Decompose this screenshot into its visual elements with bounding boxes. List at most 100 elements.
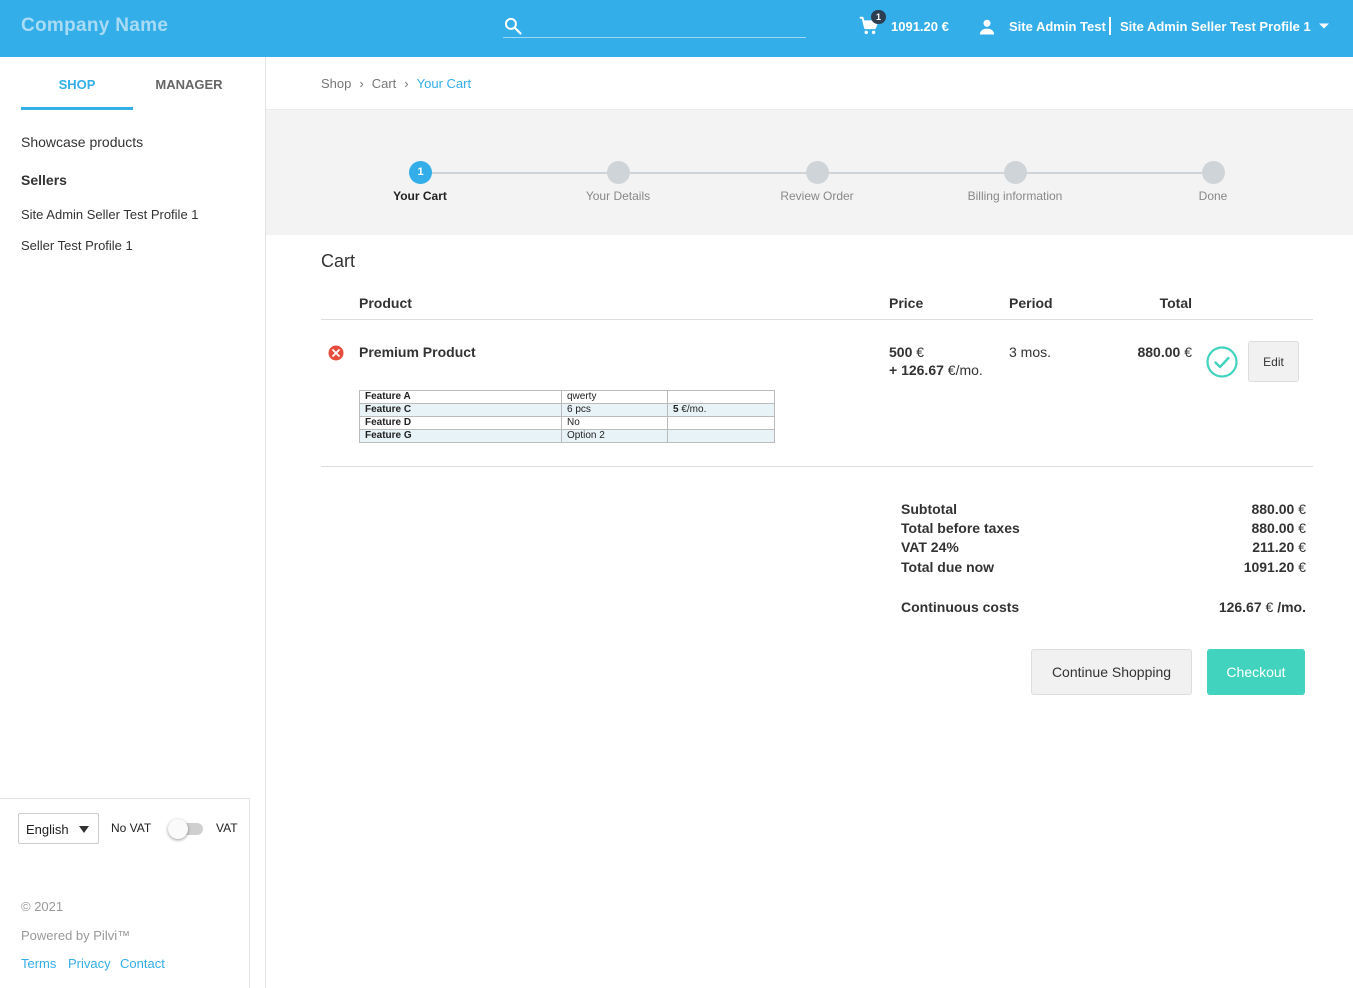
cart-title: Cart xyxy=(321,251,356,271)
feature-value: 6 pcs xyxy=(561,403,668,417)
total-due-value: 1091.20 € xyxy=(1150,559,1306,575)
powered-by: Powered by Pilvi™ xyxy=(21,928,131,943)
tab-manager[interactable]: MANAGER xyxy=(133,77,245,92)
feature-name: Feature A xyxy=(359,390,562,404)
step-5-dot xyxy=(1202,161,1225,184)
total-before-taxes-amount: 880.00 xyxy=(1251,520,1295,536)
privacy-link[interactable]: Privacy xyxy=(68,956,111,971)
total-due-label: Total due now xyxy=(901,559,995,575)
subtotal-label: Subtotal xyxy=(901,501,957,517)
user-separator xyxy=(1109,17,1111,35)
edit-button[interactable]: Edit xyxy=(1248,341,1299,382)
vat-label: VAT xyxy=(216,821,238,835)
search-icon[interactable] xyxy=(503,16,523,36)
step-3-dot xyxy=(806,161,829,184)
step-label-review-order: Review Order xyxy=(780,189,854,203)
breadcrumb-cart[interactable]: Cart xyxy=(372,76,397,91)
feature-extra xyxy=(667,429,775,443)
sidebar-item-seller[interactable]: Seller Test Profile 1 xyxy=(21,238,133,253)
feature-extra-unit: €/mo. xyxy=(678,404,707,415)
total-due-unit: € xyxy=(1294,559,1306,575)
column-header-product: Product xyxy=(359,295,412,311)
language-select-value: English xyxy=(26,822,69,837)
table-row: Feature G Option 2 xyxy=(359,429,775,443)
step-label-billing-information: Billing information xyxy=(967,189,1063,203)
total-currency: € xyxy=(1180,344,1192,360)
table-row: Feature D No xyxy=(359,416,775,430)
caret-down-icon xyxy=(79,826,89,833)
cart-total[interactable]: 1091.20 € xyxy=(891,19,949,34)
subtotal-value: 880.00 € xyxy=(1150,501,1306,517)
vat-label: VAT 24% xyxy=(901,539,959,555)
continuous-suffix: /mo. xyxy=(1273,599,1306,615)
sidebar-footer: English No VAT VAT © 2021 Powered by Pil… xyxy=(0,798,250,988)
continuous-costs-label: Continuous costs xyxy=(901,599,1020,615)
column-header-total: Total xyxy=(1159,295,1192,311)
feature-extra xyxy=(667,416,775,430)
check-circle-icon xyxy=(1206,346,1238,378)
no-vat-label: No VAT xyxy=(111,821,152,835)
chevron-down-icon[interactable] xyxy=(1318,22,1330,30)
total-before-taxes-value: 880.00 € xyxy=(1150,520,1306,536)
total-before-taxes-unit: € xyxy=(1294,520,1306,536)
product-recurring-price: + 126.67 €/mo. xyxy=(889,362,983,378)
continuous-costs-value: 126.67 € /mo. xyxy=(1150,599,1306,615)
remove-item-icon[interactable] xyxy=(328,345,344,361)
breadcrumb-separator: › xyxy=(404,76,409,91)
step-2-dot xyxy=(607,161,630,184)
feature-name: Feature G xyxy=(359,429,562,443)
product-period: 3 mos. xyxy=(1009,344,1052,360)
copyright: © 2021 xyxy=(21,899,64,914)
sidebar-item-showcase-products[interactable]: Showcase products xyxy=(21,134,143,150)
feature-extra xyxy=(667,390,775,404)
feature-name: Feature D xyxy=(359,416,562,430)
breadcrumb-separator: › xyxy=(359,76,364,91)
search-input[interactable] xyxy=(503,37,806,38)
vat-amount: 211.20 xyxy=(1252,539,1295,555)
step-4-dot xyxy=(1004,161,1027,184)
terms-link[interactable]: Terms xyxy=(21,956,56,971)
divider xyxy=(321,319,1313,320)
feature-value: qwerty xyxy=(561,390,668,404)
product-price: 500 € xyxy=(889,344,924,360)
step-1-dot: 1 xyxy=(409,161,432,184)
vat-toggle-knob[interactable] xyxy=(168,819,188,839)
active-tab-indicator xyxy=(21,107,133,110)
sellers-heading: Sellers xyxy=(21,172,67,188)
user-name[interactable]: Site Admin Test xyxy=(1009,19,1106,34)
vat-value: 211.20 € xyxy=(1150,539,1306,555)
total-before-taxes-label: Total before taxes xyxy=(901,520,1020,536)
total-due-amount: 1091.20 xyxy=(1243,559,1295,575)
column-header-period: Period xyxy=(1009,295,1053,311)
breadcrumb-shop[interactable]: Shop xyxy=(321,76,351,91)
vat-unit: € xyxy=(1294,539,1306,555)
table-row: Feature C 6 pcs 5 €/mo. xyxy=(359,403,775,417)
recurring-amount: + 126.67 xyxy=(889,362,944,378)
tab-shop[interactable]: SHOP xyxy=(21,77,133,92)
breadcrumb: Shop › Cart › Your Cart xyxy=(321,76,471,91)
breadcrumb-your-cart: Your Cart xyxy=(416,76,472,91)
subtotal-unit: € xyxy=(1294,501,1306,517)
feature-table: Feature A qwerty Feature C 6 pcs 5 €/mo.… xyxy=(359,390,775,443)
user-icon xyxy=(979,19,995,35)
recurring-unit: €/mo. xyxy=(943,362,983,378)
price-amount: 500 xyxy=(889,344,913,360)
divider xyxy=(321,466,1313,467)
product-name: Premium Product xyxy=(359,344,476,360)
checkout-button[interactable]: Checkout xyxy=(1207,649,1305,695)
contact-link[interactable]: Contact xyxy=(120,956,165,971)
subtotal-amount: 880.00 xyxy=(1251,501,1295,517)
language-select[interactable]: English xyxy=(18,813,99,844)
total-amount: 880.00 xyxy=(1137,344,1181,360)
continuous-unit: € xyxy=(1261,599,1274,615)
brand-logo[interactable]: Company Name xyxy=(21,15,168,37)
feature-extra: 5 €/mo. xyxy=(667,403,775,417)
feature-name: Feature C xyxy=(359,403,562,417)
sidebar-item-seller[interactable]: Site Admin Seller Test Profile 1 xyxy=(21,207,199,222)
step-label-your-details: Your Details xyxy=(585,189,651,203)
profile-name[interactable]: Site Admin Seller Test Profile 1 xyxy=(1120,19,1311,34)
continue-shopping-button[interactable]: Continue Shopping xyxy=(1031,649,1192,695)
top-bar: Company Name 1 1091.20 € Site Admin Test… xyxy=(0,0,1353,57)
feature-value: Option 2 xyxy=(561,429,668,443)
feature-value: No xyxy=(561,416,668,430)
